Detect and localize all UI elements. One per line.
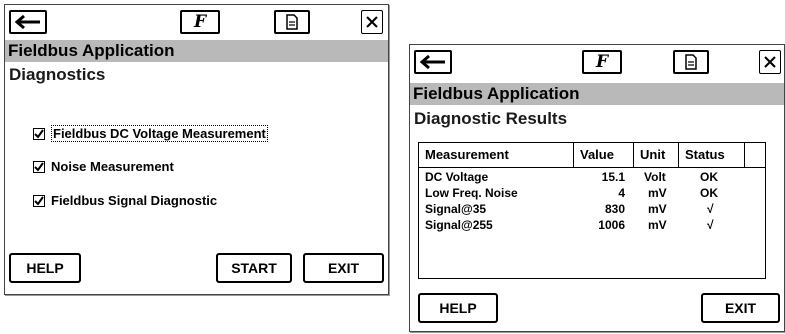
column-header-unit: Unit — [634, 143, 679, 167]
start-button[interactable]: START — [216, 253, 292, 283]
checkmark-icon — [34, 161, 44, 172]
close-icon — [366, 16, 378, 28]
back-button[interactable] — [9, 10, 47, 34]
table-row: DC Voltage 15.1 Volt OK — [419, 170, 765, 185]
arrow-left-icon — [14, 15, 40, 29]
page-title: Diagnostic Results — [414, 109, 568, 128]
fieldbus-button[interactable]: F — [582, 50, 622, 74]
close-button[interactable] — [361, 10, 383, 34]
cell-value: 4 — [618, 186, 625, 200]
exit-button[interactable]: EXIT — [701, 293, 780, 323]
option-noise[interactable]: Noise Measurement — [33, 159, 174, 174]
toolbar: F — [410, 45, 784, 79]
cell-status: OK — [700, 170, 718, 184]
cell-measurement: Signal@35 — [425, 202, 487, 216]
cell-value: 1006 — [598, 218, 625, 232]
checkmark-icon — [34, 195, 44, 206]
table-header: Measurement Value Unit Status — [419, 143, 765, 168]
app-title-bar: Fieldbus Application — [410, 83, 784, 105]
option-label: Fieldbus DC Voltage Measurement — [51, 125, 268, 142]
cell-value: 830 — [604, 202, 625, 216]
diagnostic-results-screen: F Fieldbus Application Diagnostic Result… — [409, 44, 785, 332]
cell-measurement: Low Freq. Noise — [425, 186, 518, 200]
checkbox[interactable] — [33, 194, 45, 207]
document-button[interactable] — [673, 50, 709, 74]
exit-button[interactable]: EXIT — [303, 253, 384, 283]
option-label: Noise Measurement — [51, 159, 174, 174]
cell-value: 15.1 — [601, 170, 625, 184]
fieldbus-icon: F — [193, 12, 207, 32]
diagnostics-screen: F Fieldbus Application Diagnostics Field… — [4, 4, 389, 295]
checkbox[interactable] — [33, 160, 45, 173]
fieldbus-icon: F — [595, 52, 609, 72]
toolbar: F — [5, 5, 388, 39]
cell-unit: Volt — [644, 170, 666, 184]
cell-measurement: Signal@255 — [425, 218, 493, 232]
cell-unit: mV — [648, 186, 667, 200]
page-title: Diagnostics — [9, 65, 106, 84]
cell-unit: mV — [648, 218, 667, 232]
fieldbus-button[interactable]: F — [180, 10, 220, 34]
close-button[interactable] — [759, 50, 781, 74]
document-icon — [685, 54, 697, 70]
cell-status: OK — [700, 186, 718, 200]
table-row: Signal@255 1006 mV √ — [419, 218, 765, 233]
cell-unit: mV — [648, 202, 667, 216]
table-row: Signal@35 830 mV √ — [419, 202, 765, 217]
results-table: Measurement Value Unit Status DC Voltage… — [418, 142, 766, 279]
arrow-left-icon — [419, 55, 445, 69]
cell-measurement: DC Voltage — [425, 170, 489, 184]
column-header-value: Value — [574, 143, 634, 167]
cell-status: √ — [707, 202, 714, 216]
option-label: Fieldbus Signal Diagnostic — [51, 193, 218, 208]
option-dc-voltage[interactable]: Fieldbus DC Voltage Measurement — [33, 125, 268, 142]
cell-status: √ — [707, 218, 714, 232]
option-signal-diagnostic[interactable]: Fieldbus Signal Diagnostic — [33, 193, 217, 208]
column-header-status: Status — [679, 143, 745, 167]
checkmark-icon — [34, 128, 44, 139]
checkbox[interactable] — [33, 127, 45, 140]
help-button[interactable]: HELP — [9, 253, 81, 283]
close-icon — [764, 56, 776, 68]
back-button[interactable] — [414, 50, 452, 74]
help-button[interactable]: HELP — [418, 293, 498, 323]
column-header-measurement: Measurement — [419, 143, 574, 167]
table-row: Low Freq. Noise 4 mV OK — [419, 186, 765, 201]
document-button[interactable] — [274, 10, 310, 34]
app-title-bar: Fieldbus Application — [5, 40, 388, 62]
document-icon — [286, 14, 298, 30]
